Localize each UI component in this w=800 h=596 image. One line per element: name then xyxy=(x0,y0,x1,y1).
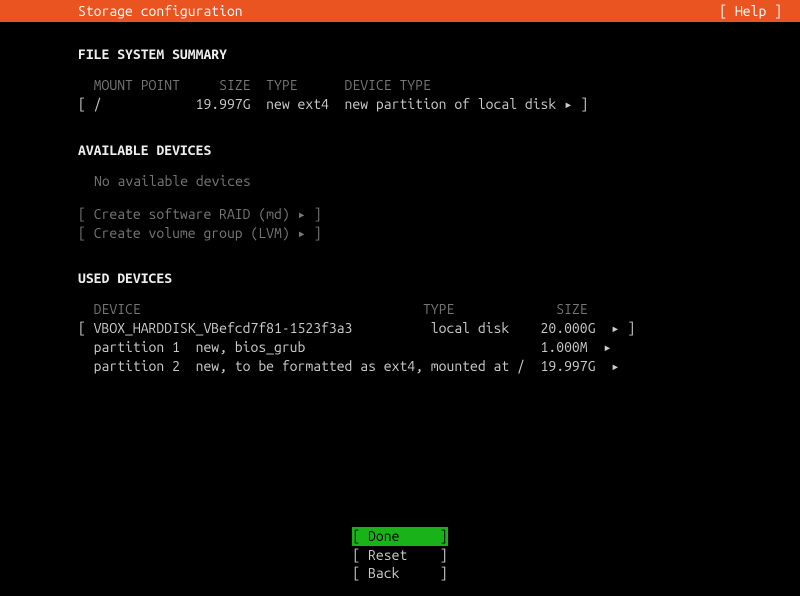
fs-summary-header: MOUNT POINT SIZE TYPE DEVICE TYPE xyxy=(78,76,722,95)
available-devices-title: AVAILABLE DEVICES xyxy=(78,142,722,158)
main-content: FILE SYSTEM SUMMARY MOUNT POINT SIZE TYP… xyxy=(0,22,800,376)
action-buttons: [ Done ] [ Reset ] [ Back ] xyxy=(0,527,800,582)
page-title: Storage configuration xyxy=(78,3,243,19)
done-button[interactable]: [ Done ] xyxy=(352,527,447,545)
used-devices-title: USED DEVICES xyxy=(78,270,722,286)
create-raid-action[interactable]: [ Create software RAID (md) ▸ ] xyxy=(78,205,722,224)
file-system-summary-section: FILE SYSTEM SUMMARY MOUNT POINT SIZE TYP… xyxy=(78,46,722,114)
title-bar: Storage configuration [ Help ] xyxy=(0,0,800,22)
partition-row-1[interactable]: partition 1 new, bios_grub 1.000M ▸ xyxy=(78,338,722,357)
back-button[interactable]: [ Back ] xyxy=(352,564,447,582)
no-available-devices-text: No available devices xyxy=(78,172,722,191)
device-row[interactable]: [ VBOX_HARDDISK_VBefcd7f81-1523f3a3 loca… xyxy=(78,319,722,338)
used-devices-header: DEVICE TYPE SIZE xyxy=(78,300,722,319)
fs-summary-row[interactable]: [ / 19.997G new ext4 new partition of lo… xyxy=(78,95,722,114)
help-button[interactable]: [ Help ] xyxy=(719,3,782,19)
create-lvm-action[interactable]: [ Create volume group (LVM) ▸ ] xyxy=(78,224,722,243)
available-devices-section: AVAILABLE DEVICES No available devices [… xyxy=(78,142,722,243)
reset-button[interactable]: [ Reset ] xyxy=(352,546,447,564)
partition-row-2[interactable]: partition 2 new, to be formatted as ext4… xyxy=(78,357,722,376)
fs-summary-title: FILE SYSTEM SUMMARY xyxy=(78,46,722,62)
used-devices-section: USED DEVICES DEVICE TYPE SIZE [ VBOX_HAR… xyxy=(78,270,722,376)
